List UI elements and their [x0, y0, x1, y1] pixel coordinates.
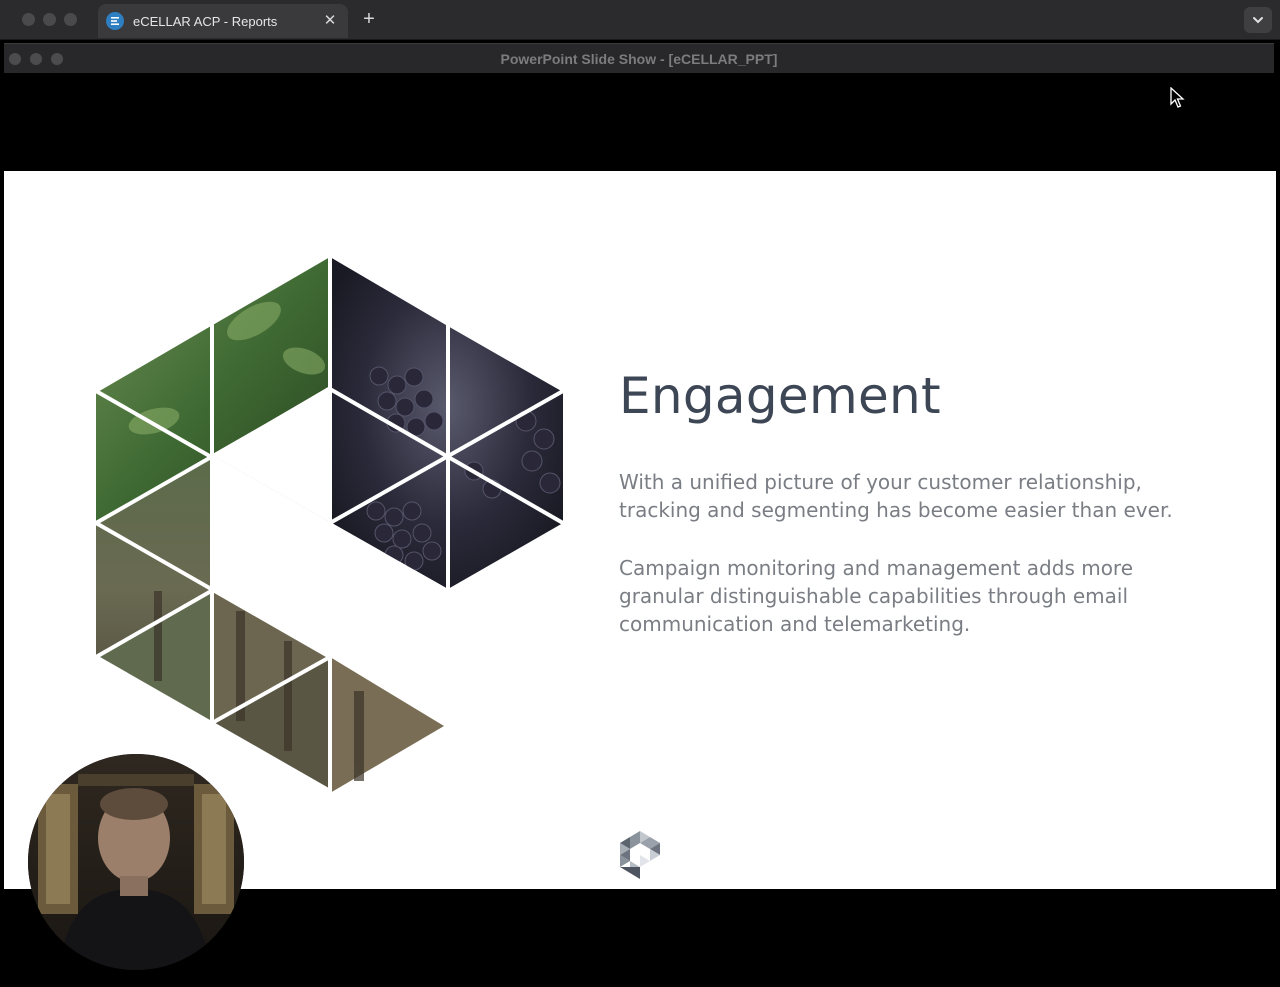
screen: eCELLAR ACP - Reports ✕ + PowerPoint Sli…	[0, 0, 1280, 987]
zoom-window-button[interactable]	[64, 13, 77, 26]
minimize-window-button[interactable]	[43, 13, 56, 26]
close-window-button[interactable]	[22, 13, 35, 26]
mouse-cursor-icon	[1170, 87, 1185, 108]
presenter-video-image	[28, 754, 244, 970]
tab-list-button[interactable]	[1244, 7, 1272, 33]
close-tab-icon[interactable]: ✕	[320, 11, 340, 31]
slide-paragraph-1: With a unified picture of your customer …	[619, 470, 1173, 522]
slide-paragraph-2: Campaign monitoring and management adds …	[619, 556, 1134, 636]
chevron-down-icon	[1253, 17, 1263, 24]
browser-tab-ecellar-reports[interactable]: eCELLAR ACP - Reports ✕	[98, 4, 348, 38]
slide-title: Engagement	[619, 367, 941, 425]
slideshow-window-title: PowerPoint Slide Show - [eCELLAR_PPT]	[500, 51, 778, 67]
ecellar-mini-logo-icon	[620, 831, 660, 879]
tab-title: eCELLAR ACP - Reports	[133, 13, 278, 29]
webcam-video-overlay[interactable]	[28, 754, 244, 970]
new-tab-button[interactable]: +	[358, 8, 380, 30]
ecellar-favicon-icon	[106, 12, 124, 30]
browser-tab-bar: eCELLAR ACP - Reports ✕ +	[0, 0, 1280, 40]
slideshow-window-titlebar: PowerPoint Slide Show - [eCELLAR_PPT]	[4, 43, 1274, 73]
